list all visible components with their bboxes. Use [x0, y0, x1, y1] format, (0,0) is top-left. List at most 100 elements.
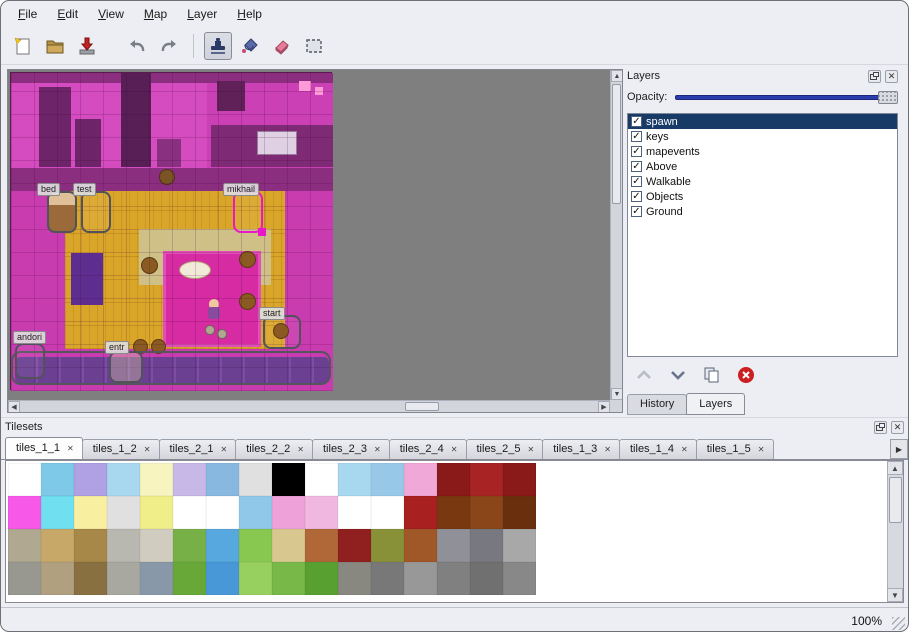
layer-visibility-checkbox[interactable]: ✓ — [631, 176, 642, 187]
tileset-tile[interactable] — [338, 562, 371, 595]
new-file-button[interactable] — [9, 32, 37, 60]
tileset-tile[interactable] — [74, 562, 107, 595]
tileset-tile[interactable] — [338, 496, 371, 529]
tileset-tile[interactable] — [272, 463, 305, 496]
tileset-tab-tiles_1_5[interactable]: tiles_1_5✕ — [696, 439, 774, 459]
map-object-entr[interactable] — [109, 351, 143, 383]
scroll-right-icon[interactable]: ▶ — [598, 401, 610, 413]
layer-row-mapevents[interactable]: ✓mapevents — [628, 144, 897, 159]
tileset-tile[interactable] — [8, 463, 41, 496]
tab-close-icon[interactable]: ✕ — [528, 445, 535, 454]
tileset-tile[interactable] — [470, 562, 503, 595]
tileset-tile[interactable] — [206, 463, 239, 496]
layer-row-spawn[interactable]: ✓spawn — [628, 114, 897, 129]
select-tool-button[interactable] — [300, 32, 328, 60]
tileset-tile[interactable] — [404, 529, 437, 562]
tab-close-icon[interactable]: ✕ — [451, 445, 458, 454]
tileset-tile[interactable] — [371, 463, 404, 496]
tileset-tile[interactable] — [503, 562, 536, 595]
save-button[interactable] — [73, 32, 101, 60]
dock-close-button[interactable]: ✕ — [891, 421, 904, 434]
menu-file[interactable]: File — [9, 4, 46, 24]
tileset-tile[interactable] — [239, 463, 272, 496]
layer-visibility-checkbox[interactable]: ✓ — [631, 116, 642, 127]
dock-float-button[interactable] — [874, 421, 887, 434]
tileset-tile[interactable] — [371, 529, 404, 562]
tileset-tile[interactable] — [305, 529, 338, 562]
layer-row-Objects[interactable]: ✓Objects — [628, 189, 897, 204]
menu-layer[interactable]: Layer — [178, 4, 226, 24]
tileset-tile[interactable] — [41, 463, 74, 496]
tileset-tile[interactable] — [173, 562, 206, 595]
menu-edit[interactable]: Edit — [48, 4, 87, 24]
tileset-tile[interactable] — [239, 529, 272, 562]
tileset-tile[interactable] — [437, 496, 470, 529]
tileset-tab-tiles_1_3[interactable]: tiles_1_3✕ — [542, 439, 620, 459]
tileset-tile[interactable] — [41, 496, 74, 529]
map-viewport[interactable]: bed test mikhail start entr andori ◀ ▶ ▲… — [7, 69, 623, 413]
opacity-slider-handle[interactable] — [878, 91, 898, 104]
map-object-test[interactable] — [81, 191, 111, 233]
tileset-tile[interactable] — [140, 562, 173, 595]
tileset-tab-tiles_2_1[interactable]: tiles_2_1✕ — [159, 439, 237, 459]
tileset-tile[interactable] — [8, 562, 41, 595]
eraser-tool-button[interactable] — [268, 32, 296, 60]
layer-visibility-checkbox[interactable]: ✓ — [631, 161, 642, 172]
tileset-tile[interactable] — [404, 496, 437, 529]
tab-close-icon[interactable]: ✕ — [604, 445, 611, 454]
delete-layer-button[interactable] — [735, 364, 757, 386]
tileset-tile[interactable] — [206, 562, 239, 595]
scrollbar-handle[interactable] — [889, 477, 902, 523]
scroll-left-icon[interactable]: ◀ — [8, 401, 20, 413]
tileset-tab-tiles_2_3[interactable]: tiles_2_3✕ — [312, 439, 390, 459]
scroll-down-icon[interactable]: ▼ — [611, 388, 623, 400]
tileset-tile[interactable] — [470, 496, 503, 529]
tileset-tile[interactable] — [371, 496, 404, 529]
tileset-tile[interactable] — [107, 496, 140, 529]
resize-grip[interactable] — [892, 617, 905, 630]
tileset-tile[interactable] — [272, 562, 305, 595]
fill-tool-button[interactable] — [236, 32, 264, 60]
tileset-tile[interactable] — [41, 529, 74, 562]
tileset-tile[interactable] — [437, 529, 470, 562]
tileset-vertical-scrollbar[interactable]: ▲ ▼ — [887, 461, 903, 602]
tileset-tile[interactable] — [305, 496, 338, 529]
menu-map[interactable]: Map — [135, 4, 176, 24]
tileset-tile[interactable] — [8, 529, 41, 562]
layer-visibility-checkbox[interactable]: ✓ — [631, 146, 642, 157]
tileset-tile[interactable] — [239, 496, 272, 529]
layer-row-Above[interactable]: ✓Above — [628, 159, 897, 174]
tileset-tile[interactable] — [74, 463, 107, 496]
object-handle[interactable] — [258, 228, 266, 236]
tileset-tile[interactable] — [437, 463, 470, 496]
scroll-up-icon[interactable]: ▲ — [887, 461, 903, 475]
tileset-tile[interactable] — [272, 529, 305, 562]
tileset-tile[interactable] — [503, 529, 536, 562]
tileset-tab-tiles_2_5[interactable]: tiles_2_5✕ — [466, 439, 544, 459]
tileset-tile[interactable] — [74, 496, 107, 529]
tileset-tile[interactable] — [470, 463, 503, 496]
tab-close-icon[interactable]: ✕ — [374, 445, 381, 454]
layer-row-Walkable[interactable]: ✓Walkable — [628, 174, 897, 189]
tileset-tab-tiles_1_2[interactable]: tiles_1_2✕ — [82, 439, 160, 459]
tileset-tile[interactable] — [305, 562, 338, 595]
layer-row-keys[interactable]: ✓keys — [628, 129, 897, 144]
tab-close-icon[interactable]: ✕ — [221, 445, 228, 454]
map-object-bed[interactable] — [47, 191, 77, 233]
lower-layer-button[interactable] — [667, 364, 689, 386]
tileset-tile[interactable] — [404, 463, 437, 496]
tileset-tile[interactable] — [470, 529, 503, 562]
opacity-slider-track[interactable] — [675, 95, 894, 100]
map-object-outline[interactable] — [11, 351, 331, 385]
tileset-tile[interactable] — [140, 496, 173, 529]
tab-close-icon[interactable]: ✕ — [758, 445, 765, 454]
tileset-tab-tiles_2_4[interactable]: tiles_2_4✕ — [389, 439, 467, 459]
tileset-tile[interactable] — [437, 562, 470, 595]
opacity-slider[interactable] — [675, 90, 898, 104]
tileset-tile[interactable] — [107, 463, 140, 496]
raise-layer-button[interactable] — [633, 364, 655, 386]
dock-float-button[interactable] — [868, 70, 881, 83]
tileset-tile[interactable] — [206, 496, 239, 529]
tab-layers[interactable]: Layers — [686, 393, 745, 415]
layer-visibility-checkbox[interactable]: ✓ — [631, 191, 642, 202]
